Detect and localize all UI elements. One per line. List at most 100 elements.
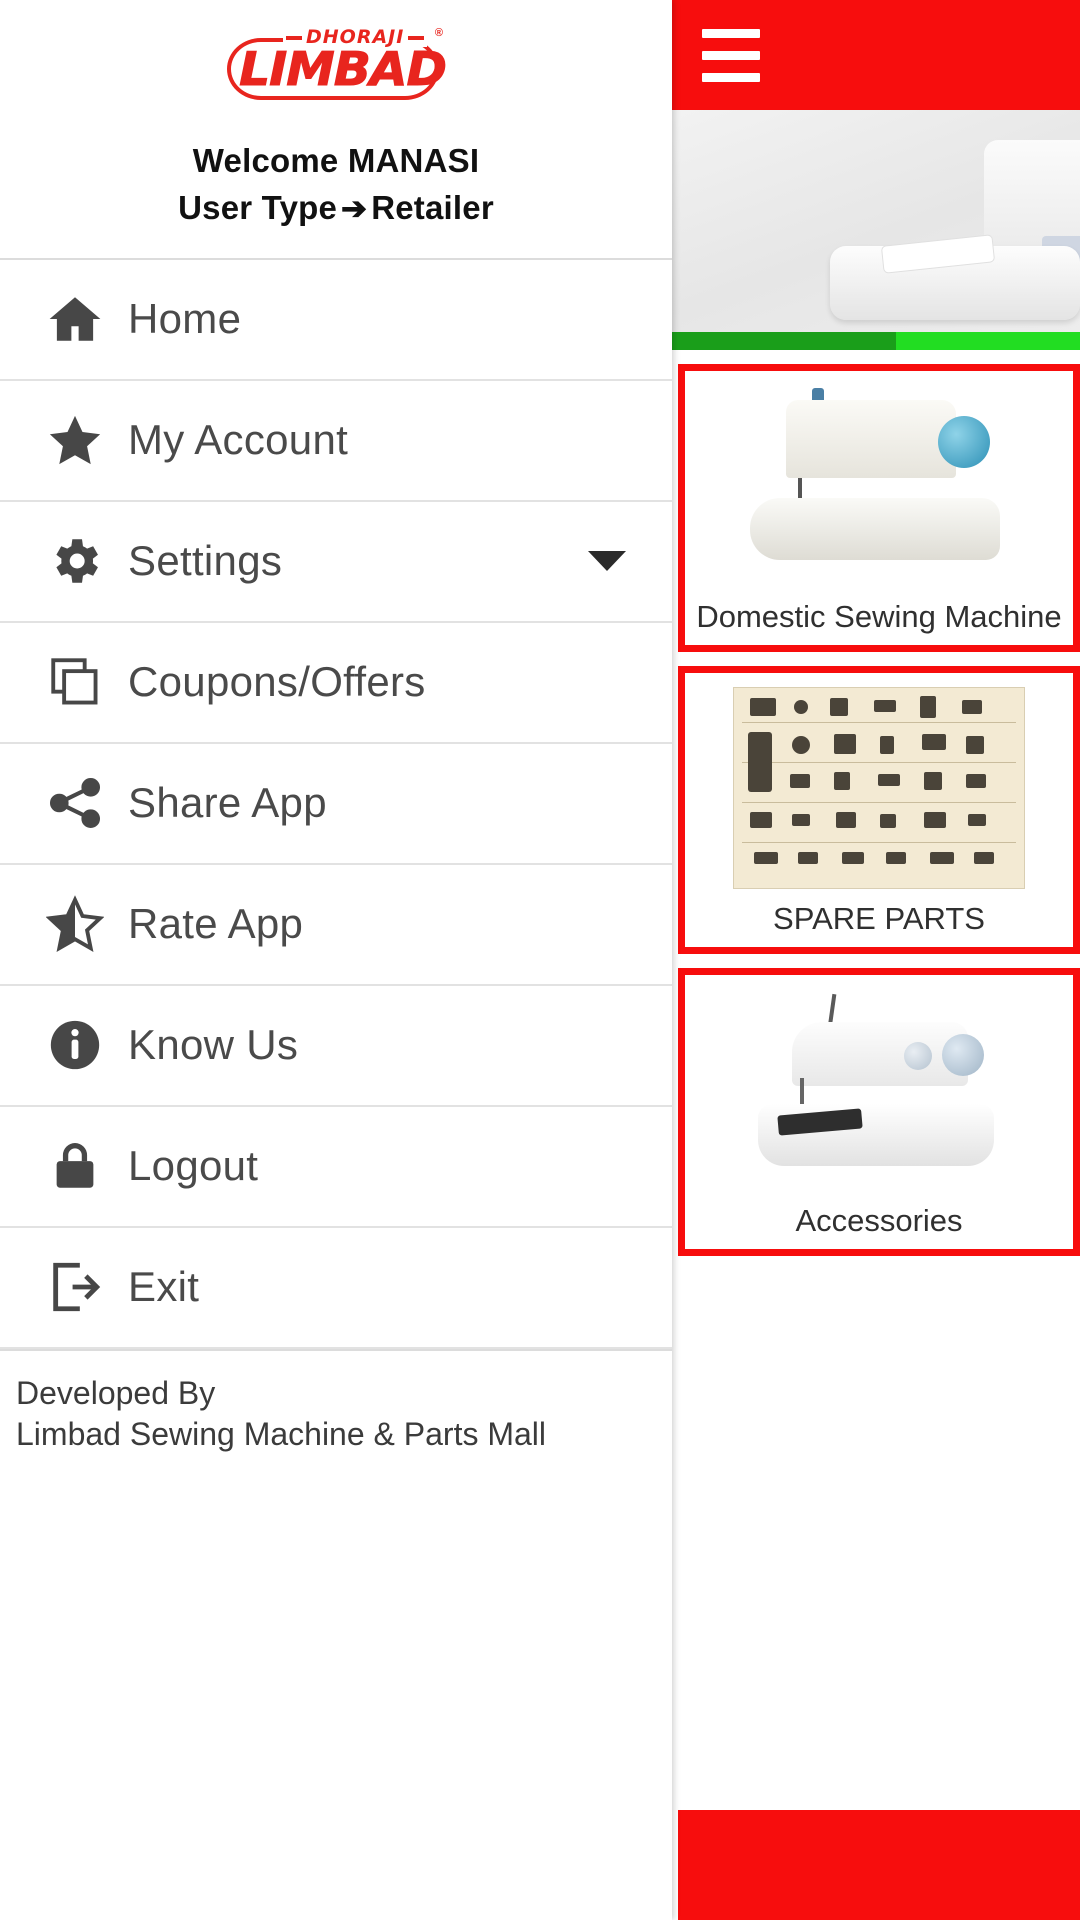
part-thumb (834, 734, 856, 754)
sidebar-item-coupons-offers[interactable]: Coupons/Offers (0, 623, 672, 744)
promo-banner[interactable] (672, 110, 1080, 332)
app-screen: DHORAJI ® LIMBAD Welcome MANASI User Typ… (0, 0, 1080, 1920)
info-circle-icon (44, 1014, 106, 1076)
part-thumb (880, 736, 894, 754)
dhoraji-limbad-logo: DHORAJI ® LIMBAD (227, 24, 448, 108)
product-caption: Domestic Sewing Machine (696, 599, 1062, 634)
part-thumb (790, 774, 810, 788)
share-icon (44, 772, 106, 834)
part-thumb (836, 812, 856, 828)
part-thumb (886, 852, 906, 864)
sidebar-item-home[interactable]: Home (0, 260, 672, 381)
product-card[interactable]: Domestic Sewing Machine (678, 364, 1080, 652)
banner-sewing-machine-image (820, 126, 1080, 328)
sidebar-item-label: Logout (128, 1142, 259, 1190)
user-type-value: Retailer (371, 188, 494, 226)
sidebar-item-settings[interactable]: Settings (0, 502, 672, 623)
navigation-drawer: DHORAJI ® LIMBAD Welcome MANASI User Typ… (0, 0, 672, 1920)
chart-line (742, 842, 1016, 843)
main-content: Domestic Sewing Machine SPARE PARTS Acce… (672, 0, 1080, 1920)
part-thumb (966, 736, 984, 754)
part-thumb (798, 852, 818, 864)
sidebar-item-label: Rate App (128, 900, 304, 948)
part-thumb (874, 700, 896, 712)
part-thumb (754, 852, 778, 864)
drawer-footer: Developed By Limbad Sewing Machine & Par… (0, 1348, 672, 1455)
part-thumb (930, 852, 954, 864)
part-thumb (974, 852, 994, 864)
registered-mark: ® (434, 27, 443, 39)
app-bar (672, 0, 1080, 110)
sidebar-item-my-account[interactable]: My Account (0, 381, 672, 502)
hamburger-bar-3 (702, 72, 760, 82)
logo-main-text: LIMBAD (239, 42, 448, 96)
gear-icon (44, 530, 106, 592)
welcome-user-text: Welcome MANASI (192, 142, 480, 179)
part-thumb (748, 732, 772, 792)
developed-by-label: Developed By (16, 1374, 216, 1411)
progress-segment (672, 332, 897, 350)
product-image (729, 987, 1029, 1193)
mini-sewing-machine-illustration (734, 990, 1024, 1190)
part-thumb (750, 698, 776, 716)
part-thumb (920, 696, 936, 718)
part-thumb (750, 812, 772, 828)
sidebar-item-label: Share App (128, 779, 327, 827)
welcome-block: Welcome MANASI User Type ➔ Retailer (0, 132, 672, 258)
hamburger-icon[interactable] (702, 28, 760, 82)
part-thumb (830, 698, 848, 716)
sidebar-item-label: Coupons/Offers (128, 658, 426, 706)
bottom-red-bar (678, 1810, 1080, 1920)
logo-dash-right (408, 35, 425, 40)
hamburger-bar-2 (702, 50, 760, 60)
product-card[interactable]: Accessories (678, 968, 1080, 1256)
sidebar-item-share-app[interactable]: Share App (0, 744, 672, 865)
sidebar-item-label: My Account (128, 416, 349, 464)
product-caption: SPARE PARTS (773, 901, 985, 936)
lock-icon (44, 1135, 106, 1197)
machine-arm (786, 400, 956, 478)
copy-pages-icon (44, 651, 106, 713)
sidebar-item-rate-app[interactable]: Rate App (0, 865, 672, 986)
product-caption: Accessories (795, 1203, 963, 1238)
hamburger-bar-1 (702, 28, 760, 38)
part-thumb (842, 852, 864, 864)
machine-dial (938, 416, 990, 468)
sidebar-item-label: Home (128, 295, 242, 343)
part-thumb (880, 814, 896, 828)
exit-arrow-icon (44, 1256, 106, 1318)
part-thumb (924, 812, 946, 828)
product-image (729, 383, 1029, 589)
chart-line (742, 762, 1016, 763)
half-star-icon (44, 893, 106, 955)
brand-header: DHORAJI ® LIMBAD (0, 0, 672, 132)
sidebar-item-label: Settings (128, 537, 283, 585)
machine-dial-small (904, 1042, 932, 1070)
part-thumb (968, 814, 986, 826)
home-icon (44, 288, 106, 350)
chevron-down-icon[interactable] (588, 551, 626, 572)
product-image (729, 685, 1029, 891)
part-thumb (834, 772, 850, 790)
sidebar-item-know-us[interactable]: Know Us (0, 986, 672, 1107)
progress-segment (896, 332, 1080, 350)
user-type-label: User Type (178, 188, 338, 226)
user-type-row: User Type ➔ Retailer (0, 185, 672, 232)
right-arrow-icon: ➔ (341, 190, 368, 226)
sidebar-item-logout[interactable]: Logout (0, 1107, 672, 1228)
product-card[interactable]: SPARE PARTS (678, 666, 1080, 954)
part-thumb (792, 814, 810, 826)
part-thumb (794, 700, 808, 714)
part-thumb (924, 772, 942, 790)
machine-dial-large (942, 1034, 984, 1076)
sidebar-item-label: Know Us (128, 1021, 299, 1069)
part-thumb (878, 774, 900, 786)
machine-base (750, 498, 1000, 560)
spare-parts-chart-illustration (733, 687, 1025, 889)
banner-progress-indicator (672, 332, 1080, 350)
part-thumb (962, 700, 982, 714)
drawer-menu: Home My Account Settings Coupons/Offers … (0, 257, 672, 1349)
part-thumb (792, 736, 810, 754)
part-thumb (966, 774, 986, 788)
sidebar-item-exit[interactable]: Exit (0, 1228, 672, 1349)
